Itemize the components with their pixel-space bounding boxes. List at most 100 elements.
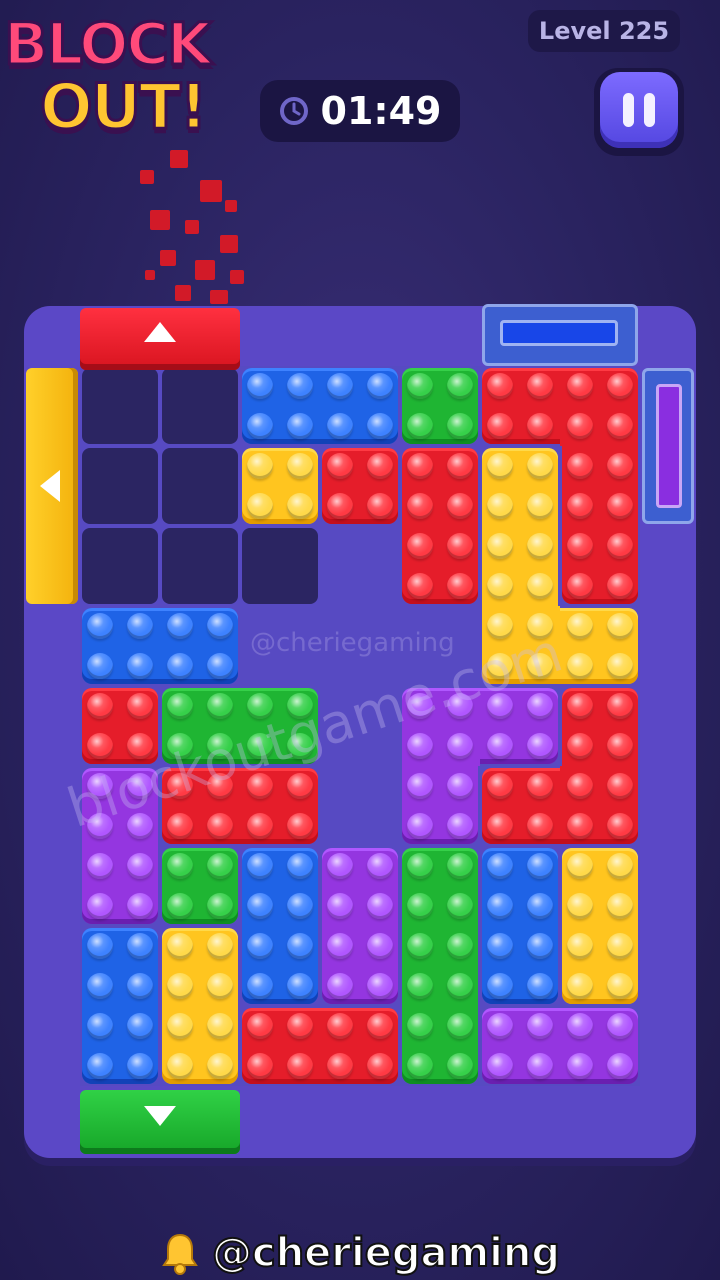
logo-line-2: OUT! xyxy=(39,69,210,145)
stud xyxy=(407,373,433,399)
stud xyxy=(247,853,273,879)
stud xyxy=(367,853,393,879)
stud xyxy=(527,493,553,519)
block-debris xyxy=(130,140,260,310)
stud xyxy=(527,1053,553,1079)
block-cell xyxy=(562,526,638,604)
stud xyxy=(487,773,513,799)
stud xyxy=(87,733,113,759)
stud xyxy=(527,533,553,559)
stud xyxy=(567,613,593,639)
stud xyxy=(327,1013,353,1039)
stud xyxy=(527,693,553,719)
stud xyxy=(87,1053,113,1079)
stud xyxy=(447,1053,473,1079)
stud xyxy=(127,893,153,919)
stud xyxy=(367,373,393,399)
block-cell xyxy=(322,926,398,1004)
stud xyxy=(567,373,593,399)
stud xyxy=(167,693,193,719)
block-cell xyxy=(402,1006,478,1084)
level-indicator: Level 225 xyxy=(528,10,680,52)
stud xyxy=(447,813,473,839)
stud xyxy=(447,493,473,519)
stud xyxy=(207,813,233,839)
stud xyxy=(407,453,433,479)
stud xyxy=(567,933,593,959)
empty-cell xyxy=(82,448,158,524)
stud xyxy=(607,693,633,719)
stud xyxy=(487,493,513,519)
timer: 01:49 xyxy=(260,80,460,142)
stud xyxy=(167,613,193,639)
stud xyxy=(487,1013,513,1039)
block-cell xyxy=(562,848,638,926)
stud xyxy=(607,493,633,519)
block-cell xyxy=(482,526,558,606)
stud xyxy=(607,533,633,559)
stud xyxy=(567,453,593,479)
down-arrow-icon xyxy=(144,1106,176,1126)
stud xyxy=(607,453,633,479)
stud xyxy=(527,973,553,999)
stud xyxy=(567,853,593,879)
stud xyxy=(527,773,553,799)
stud xyxy=(407,853,433,879)
stud xyxy=(447,973,473,999)
stud xyxy=(407,573,433,599)
stud xyxy=(247,933,273,959)
stud xyxy=(407,893,433,919)
stud xyxy=(287,813,313,839)
bell-icon xyxy=(162,1233,198,1275)
stud xyxy=(447,773,473,799)
stud xyxy=(207,893,233,919)
block-cell xyxy=(482,448,558,526)
stud xyxy=(487,973,513,999)
stud xyxy=(527,933,553,959)
block-cell xyxy=(82,846,158,924)
stud xyxy=(247,1053,273,1079)
stud xyxy=(487,533,513,559)
stud xyxy=(447,533,473,559)
block-cell xyxy=(162,928,238,1006)
empty-cell xyxy=(82,528,158,604)
stud xyxy=(407,413,433,439)
stud xyxy=(607,813,633,839)
stud xyxy=(167,893,193,919)
stud xyxy=(407,493,433,519)
block-cell xyxy=(82,608,160,684)
block-cell xyxy=(560,766,638,844)
up-arrow-icon xyxy=(144,322,176,342)
stud xyxy=(487,853,513,879)
stud xyxy=(327,893,353,919)
empty-cell xyxy=(162,448,238,524)
block-cell xyxy=(402,926,478,1006)
block-cell xyxy=(482,926,558,1004)
stud xyxy=(567,573,593,599)
stud xyxy=(327,413,353,439)
stud xyxy=(327,453,353,479)
stud xyxy=(127,1053,153,1079)
stud xyxy=(87,693,113,719)
stud xyxy=(327,493,353,519)
stud xyxy=(327,933,353,959)
stud xyxy=(367,973,393,999)
stud xyxy=(247,453,273,479)
stud xyxy=(567,813,593,839)
stud xyxy=(527,573,553,599)
stud xyxy=(527,893,553,919)
stud xyxy=(567,693,593,719)
stud xyxy=(127,653,153,679)
stud xyxy=(607,653,633,679)
stud xyxy=(127,613,153,639)
pause-button[interactable] xyxy=(594,68,684,156)
empty-cell xyxy=(82,368,158,444)
stud xyxy=(367,493,393,519)
stud xyxy=(167,973,193,999)
empty-cell xyxy=(242,528,318,604)
stud xyxy=(447,1013,473,1039)
stud xyxy=(407,813,433,839)
stud xyxy=(127,933,153,959)
stud xyxy=(407,733,433,759)
block-cell xyxy=(82,1006,158,1084)
